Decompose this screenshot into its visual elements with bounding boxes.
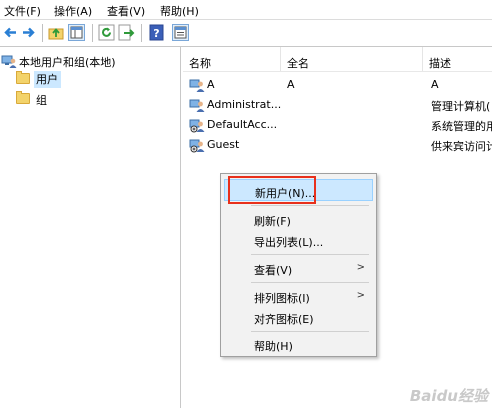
menu-separator bbox=[251, 254, 369, 255]
menu-item-refresh[interactable]: 刷新(F) bbox=[224, 208, 373, 230]
menu-item-view[interactable]: 查看(V) > bbox=[224, 257, 373, 279]
table-row[interactable]: Guest 供来宾访问计 bbox=[187, 135, 492, 155]
toolbar-separator bbox=[141, 24, 142, 42]
show-tree-icon[interactable] bbox=[68, 24, 85, 41]
menu-bar: 文件(F) 操作(A) 查看(V) 帮助(H) bbox=[0, 0, 492, 20]
menu-file[interactable]: 文件(F) bbox=[4, 3, 41, 19]
menu-item-help[interactable]: 帮助(H) bbox=[224, 333, 373, 355]
help-icon[interactable]: ? bbox=[148, 24, 165, 41]
computer-users-icon bbox=[1, 53, 17, 72]
svg-text:?: ? bbox=[153, 27, 159, 40]
header-divider bbox=[183, 71, 492, 72]
user-icon bbox=[189, 77, 205, 93]
menu-item-align-icons[interactable]: 对齐图标(E) bbox=[224, 306, 373, 328]
toolbar: ? bbox=[0, 20, 492, 47]
submenu-arrow-icon: > bbox=[356, 290, 365, 301]
properties-icon[interactable] bbox=[172, 24, 189, 41]
refresh-icon[interactable] bbox=[98, 24, 115, 41]
export-list-icon[interactable] bbox=[118, 24, 135, 41]
disabled-user-icon bbox=[189, 117, 205, 133]
column-header-name[interactable]: 名称 bbox=[183, 47, 281, 71]
table-row[interactable]: Administrat... 管理计算机( bbox=[187, 95, 492, 115]
menu-item-export-list[interactable]: 导出列表(L)... bbox=[224, 229, 373, 251]
tree-root-label: 本地用户和组(本地) bbox=[19, 56, 116, 69]
forward-arrow-icon[interactable] bbox=[20, 24, 37, 41]
toolbar-separator bbox=[42, 24, 43, 42]
folder-icon bbox=[16, 91, 30, 104]
disabled-user-icon bbox=[189, 137, 205, 153]
up-folder-icon[interactable] bbox=[48, 24, 65, 41]
menu-separator bbox=[251, 282, 369, 283]
tree-pane: 本地用户和组(本地) 用户 组 bbox=[0, 47, 181, 408]
menu-help[interactable]: 帮助(H) bbox=[160, 3, 199, 19]
column-header-fullname[interactable]: 全名 bbox=[281, 47, 423, 71]
submenu-arrow-icon: > bbox=[356, 262, 365, 273]
toolbar-separator bbox=[92, 24, 93, 42]
back-arrow-icon[interactable] bbox=[2, 24, 19, 41]
tree-item-label: 用户 bbox=[34, 71, 61, 88]
menu-item-arrange-icons[interactable]: 排列图标(I) > bbox=[224, 285, 373, 307]
watermark-text: Baidu经验 bbox=[409, 387, 488, 405]
annotation-highlight-box bbox=[228, 176, 316, 204]
tree-item-label: 组 bbox=[36, 94, 47, 107]
column-header-description[interactable]: 描述 bbox=[423, 47, 492, 71]
menu-separator bbox=[251, 331, 369, 332]
table-row[interactable]: DefaultAcc... 系统管理的用 bbox=[187, 115, 492, 135]
menu-view[interactable]: 查看(V) bbox=[107, 3, 145, 19]
tree-item-local-users-groups[interactable]: 本地用户和组(本地) bbox=[1, 53, 179, 69]
menu-separator bbox=[251, 205, 369, 206]
user-icon bbox=[189, 97, 205, 113]
table-row[interactable]: A A A bbox=[187, 75, 492, 95]
folder-icon bbox=[16, 71, 30, 84]
menu-action[interactable]: 操作(A) bbox=[54, 3, 92, 19]
tree-item-users[interactable]: 用户 bbox=[14, 71, 64, 88]
tree-item-groups[interactable]: 组 bbox=[14, 91, 64, 107]
